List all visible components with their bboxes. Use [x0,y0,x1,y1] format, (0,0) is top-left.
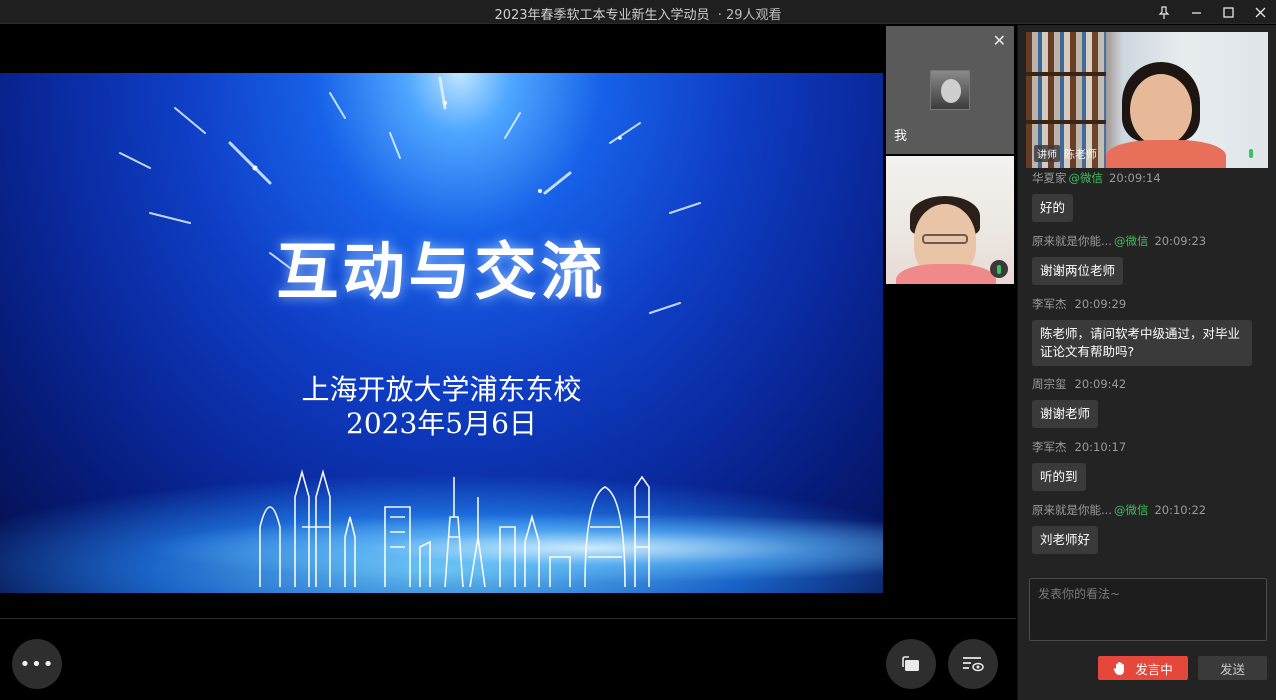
controls-divider [0,618,1016,619]
chat-time: 20:09:14 [1109,172,1161,185]
view-layout-icon [963,657,984,672]
chat-message: 周宗玺 20:09:42 谢谢老师 [1032,376,1262,428]
chat-user: 李军杰 [1032,440,1067,454]
chat-user: 周宗玺 [1032,377,1067,391]
chat-time: 20:10:17 [1074,440,1127,454]
lecturer-name: 陈老师 [1064,148,1097,161]
hand-raise-icon [1113,661,1125,675]
microphone-icon [1242,144,1260,162]
speaking-label: 发言中 [1135,661,1173,677]
chat-source: @微信 [1113,234,1149,248]
send-button[interactable]: 发送 [1198,656,1267,680]
more-dots-icon: ••• [19,653,55,675]
city-skyline-illustration [259,469,650,587]
presentation-slide: 互动与交流 上海开放大学浦东东校 2023年5月6日 [0,73,883,593]
self-label: 我 [894,129,908,144]
self-video-tile[interactable]: 我 ✕ [886,26,1014,154]
pin-icon[interactable] [1148,0,1180,24]
lecturer-badge: 讲师 [1034,145,1060,162]
view-layout-button[interactable] [948,639,998,689]
chat-user: 华夏家 [1032,172,1067,185]
close-icon[interactable]: ✕ [993,31,1006,50]
microphone-icon [990,260,1008,278]
slide-date: 2023年5月6日 [346,407,537,440]
chat-bubble: 好的 [1032,194,1074,222]
chat-message: 李军杰 20:09:29 陈老师，请问软考中级通过，对毕业证论文有帮助吗? [1032,296,1262,366]
chat-message: 原来就是你能... @微信 20:10:22 刘老师好 [1032,502,1262,554]
maximize-icon[interactable] [1212,0,1244,24]
chat-bubble: 陈老师，请问软考中级通过，对毕业证论文有帮助吗? [1032,320,1252,366]
more-options-button[interactable]: ••• [12,639,62,689]
chat-source: @微信 [1113,503,1149,517]
chat-input[interactable]: 发表你的看法~ [1029,578,1267,641]
viewer-count: · 29人观看 [717,8,782,23]
self-avatar [930,70,970,110]
chat-time: 20:09:42 [1074,377,1127,391]
screen-switch-button[interactable] [886,639,936,689]
side-panel: 讲师 陈老师 华夏家 @微信 20:09:14 好的 原来就是你能... @微信 20:… [1017,25,1276,700]
chat-message: 原来就是你能... @微信 20:09:23 谢谢两位老师 [1032,233,1262,285]
close-icon[interactable] [1244,0,1276,24]
chat-source: @微信 [1068,172,1104,185]
slide-heading: 互动与交流 [276,235,607,308]
chat-bubble: 谢谢两位老师 [1032,257,1124,285]
minimize-icon[interactable] [1180,0,1212,24]
title-bar: 2023年春季软工本专业新生入学动员 · 29人观看 [0,0,1276,24]
window-title: 2023年春季软工本专业新生入学动员 · 29人观看 [0,4,1276,23]
window-title-text: 2023年春季软工本专业新生入学动员 [494,8,710,23]
chat-user: 原来就是你能... [1032,503,1112,517]
chat-user: 李军杰 [1032,297,1067,311]
chat-user: 原来就是你能... [1032,234,1112,248]
chat-bubble: 刘老师好 [1032,526,1099,554]
chat-message: 李军杰 20:10:17 听的到 [1032,439,1262,491]
chat-time: 20:09:23 [1154,234,1207,248]
participant-video-tile[interactable] [886,156,1014,284]
chat-bubble: 听的到 [1032,463,1086,491]
main-stage: 互动与交流 上海开放大学浦东东校 2023年5月6日 ••• [0,25,1016,700]
speaking-button[interactable]: 发言中 [1098,656,1188,680]
screen-switch-icon [902,656,919,671]
lecturer-video[interactable]: 讲师 陈老师 [1026,32,1268,168]
chat-list[interactable]: 华夏家 @微信 20:09:14 好的 原来就是你能... @微信 20:09:23 谢… [1018,172,1276,574]
chat-time: 20:09:29 [1074,297,1127,311]
chat-message: 华夏家 @微信 20:09:14 好的 [1032,172,1262,222]
chat-bubble: 谢谢老师 [1032,400,1099,428]
chat-time: 20:10:22 [1154,503,1207,517]
